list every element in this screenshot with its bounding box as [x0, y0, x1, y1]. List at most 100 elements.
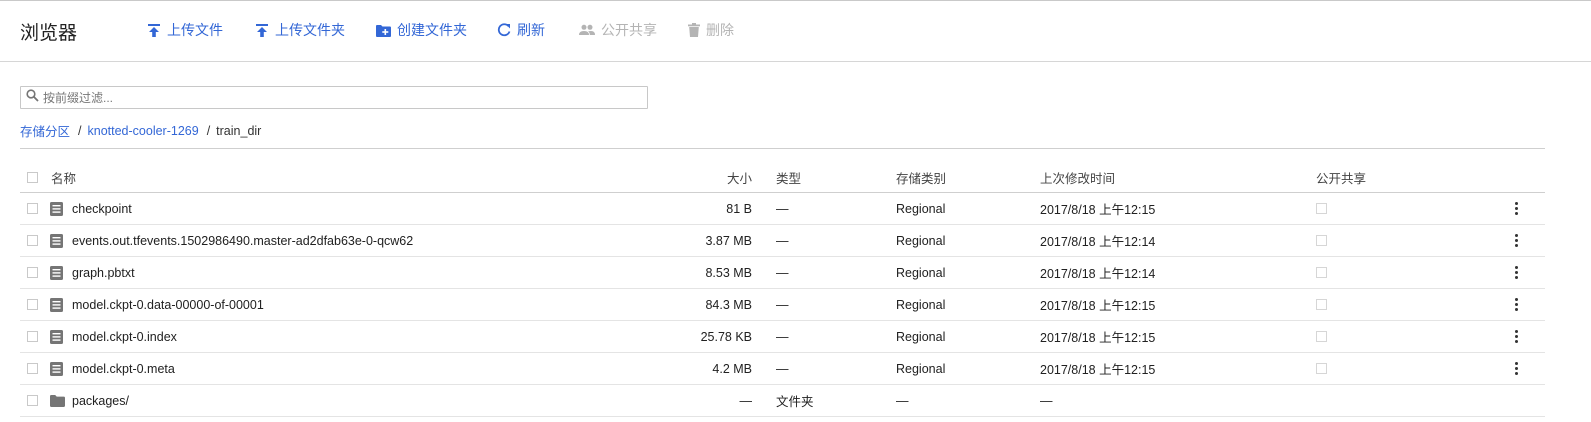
- refresh-button[interactable]: 刷新: [497, 19, 545, 41]
- upload-folder-label: 上传文件夹: [275, 22, 345, 38]
- table-row[interactable]: model.ckpt-0.data-00000-of-00001 84.3 MB —…: [20, 289, 1545, 321]
- object-storage-class: Regional: [896, 233, 946, 248]
- row-checkbox[interactable]: [27, 289, 38, 320]
- table-row[interactable]: checkpoint 81 B — Regional 2017/8/18 上午12:15: [20, 193, 1545, 225]
- breadcrumb-separator: /: [206, 123, 211, 138]
- object-type: —: [776, 361, 789, 376]
- more-vert-icon[interactable]: [1510, 225, 1522, 256]
- document-icon: [50, 193, 63, 224]
- column-header-type[interactable]: 类型: [776, 164, 801, 190]
- object-size: 4.2 MB: [712, 361, 752, 376]
- column-header-size[interactable]: 大小: [727, 164, 752, 190]
- search-icon: [26, 88, 39, 107]
- table-row[interactable]: model.ckpt-0.meta 4.2 MB — Regional 2017/8/1…: [20, 353, 1545, 385]
- column-header-storage-class[interactable]: 存储类别: [896, 164, 946, 190]
- upload-files-label: 上传文件: [167, 22, 223, 38]
- object-name[interactable]: model.ckpt-0.index: [72, 321, 177, 352]
- more-vert-icon[interactable]: [1510, 321, 1522, 352]
- object-name[interactable]: model.ckpt-0.meta: [72, 353, 175, 384]
- folder-icon: [50, 385, 65, 416]
- upload-folder-icon: [255, 23, 269, 38]
- object-modified: 2017/8/18 上午12:15: [1040, 299, 1156, 313]
- page-title: 浏览器: [20, 23, 78, 44]
- people-icon: [579, 24, 595, 36]
- breadcrumb: 存储分区 / knotted-cooler-1269 / train_dir: [20, 121, 261, 140]
- create-folder-button[interactable]: 创建文件夹: [376, 19, 467, 41]
- delete-label: 删除: [706, 22, 734, 38]
- object-modified: 2017/8/18 上午12:15: [1040, 203, 1156, 217]
- column-header-name[interactable]: 名称: [51, 164, 76, 190]
- table-row[interactable]: graph.pbtxt 8.53 MB — Regional 2017/8/18 上午1…: [20, 257, 1545, 289]
- object-size: 81 B: [726, 201, 752, 216]
- column-header-modified[interactable]: 上次修改时间: [1040, 164, 1115, 190]
- public-share-checkbox[interactable]: [1316, 193, 1327, 224]
- object-size: 25.78 KB: [700, 329, 752, 344]
- refresh-label: 刷新: [517, 22, 545, 38]
- more-vert-icon[interactable]: [1510, 353, 1522, 384]
- object-storage-class: Regional: [896, 297, 946, 312]
- table-row[interactable]: packages/ — 文件夹 — —: [20, 385, 1545, 417]
- row-checkbox[interactable]: [27, 257, 38, 288]
- object-size: 8.53 MB: [705, 265, 752, 280]
- public-share-checkbox[interactable]: [1316, 257, 1327, 288]
- more-vert-icon[interactable]: [1510, 193, 1522, 224]
- object-modified: 2017/8/18 上午12:14: [1040, 267, 1156, 281]
- public-share-checkbox[interactable]: [1316, 289, 1327, 320]
- prefix-filter-input[interactable]: [43, 90, 623, 105]
- more-vert-icon[interactable]: [1510, 257, 1522, 288]
- breadcrumb-current: train_dir: [216, 123, 262, 138]
- upload-folder-button[interactable]: 上传文件夹: [255, 19, 345, 41]
- object-size: 3.87 MB: [705, 233, 752, 248]
- breadcrumb-bucket-link[interactable]: knotted-cooler-1269: [88, 124, 199, 138]
- share-publicly-label: 公开共享: [601, 22, 657, 38]
- breadcrumb-root-link[interactable]: 存储分区: [20, 121, 70, 140]
- object-type: —: [776, 265, 789, 280]
- document-icon: [50, 257, 63, 288]
- object-storage-class: Regional: [896, 201, 946, 216]
- document-icon: [50, 225, 63, 256]
- object-type: —: [776, 233, 789, 248]
- document-icon: [50, 353, 63, 384]
- public-share-checkbox[interactable]: [1316, 321, 1327, 352]
- share-publicly-button[interactable]: 公开共享: [579, 19, 657, 41]
- row-checkbox[interactable]: [27, 385, 38, 416]
- select-all-checkbox[interactable]: [27, 166, 38, 192]
- object-name[interactable]: graph.pbtxt: [72, 257, 135, 288]
- more-vert-icon[interactable]: [1510, 289, 1522, 320]
- object-type: —: [776, 329, 789, 344]
- object-type: —: [776, 201, 789, 216]
- section-divider: [20, 148, 1545, 149]
- object-modified: 2017/8/18 上午12:15: [1040, 363, 1156, 377]
- create-folder-icon: [376, 24, 391, 37]
- object-storage-class: Regional: [896, 265, 946, 280]
- object-name[interactable]: events.out.tfevents.1502986490.master-ad…: [72, 225, 413, 256]
- object-modified: 2017/8/18 上午12:15: [1040, 331, 1156, 345]
- object-size: 84.3 MB: [705, 297, 752, 312]
- object-modified: 2017/8/18 上午12:14: [1040, 235, 1156, 249]
- table-row[interactable]: events.out.tfevents.1502986490.master-ad…: [20, 225, 1545, 257]
- object-table: 名称 大小 类型 存储类别 上次修改时间 公开共享 checkpoint 81 B…: [20, 166, 1545, 417]
- object-type: —: [776, 297, 789, 312]
- upload-icon: [147, 23, 161, 38]
- object-name[interactable]: packages/: [72, 385, 129, 416]
- public-share-checkbox[interactable]: [1316, 353, 1327, 384]
- object-name[interactable]: checkpoint: [72, 193, 132, 224]
- create-folder-label: 创建文件夹: [397, 22, 467, 38]
- column-header-public[interactable]: 公开共享: [1316, 164, 1366, 190]
- object-storage-class: Regional: [896, 329, 946, 344]
- breadcrumb-separator: /: [78, 123, 82, 138]
- row-checkbox[interactable]: [27, 321, 38, 352]
- document-icon: [50, 321, 63, 352]
- object-name[interactable]: model.ckpt-0.data-00000-of-00001: [72, 289, 264, 320]
- delete-button[interactable]: 删除: [688, 19, 734, 41]
- row-checkbox[interactable]: [27, 225, 38, 256]
- row-checkbox[interactable]: [27, 193, 38, 224]
- object-storage-class: Regional: [896, 361, 946, 376]
- row-checkbox[interactable]: [27, 353, 38, 384]
- header-toolbar: 浏览器 上传文件 上传文件夹 创建文件夹 刷新 公开共享 删除: [0, 1, 1591, 62]
- upload-files-button[interactable]: 上传文件: [147, 19, 223, 41]
- table-row[interactable]: model.ckpt-0.index 25.78 KB — Regional 2017/…: [20, 321, 1545, 353]
- object-size: —: [739, 393, 753, 408]
- public-share-checkbox[interactable]: [1316, 225, 1327, 256]
- object-type: 文件夹: [776, 395, 814, 409]
